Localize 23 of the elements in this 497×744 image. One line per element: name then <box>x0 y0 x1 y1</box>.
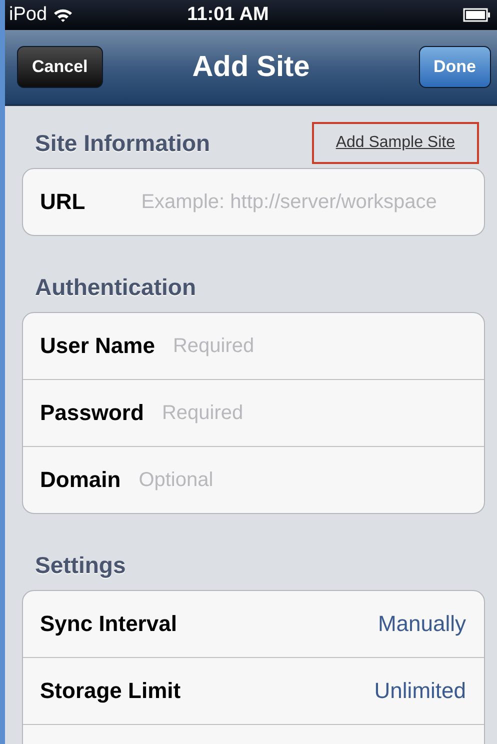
input-field[interactable]: Required <box>172 334 466 358</box>
section-title: Settings <box>35 552 126 578</box>
setting-label: Storage Limit <box>40 678 181 704</box>
section-title: Site Information <box>35 130 210 156</box>
nav-title: Add Site <box>192 50 310 84</box>
field-label: Password <box>40 400 144 426</box>
input-field[interactable]: Required <box>162 402 466 424</box>
input-field[interactable]: Optional <box>138 468 466 492</box>
section-title: Authentication <box>35 274 196 300</box>
field-label: User Name <box>40 333 155 359</box>
done-button[interactable]: Done <box>418 46 491 88</box>
input-field[interactable]: Example: http://server/workspace <box>141 190 466 214</box>
field-label: Domain <box>40 467 121 493</box>
carrier-label: iPod <box>9 4 48 26</box>
wifi-icon <box>53 8 74 22</box>
status-time: 11:01 AM <box>187 4 269 26</box>
setting-value[interactable]: Manually <box>378 611 466 637</box>
battery-icon <box>462 8 491 22</box>
field-label: URL <box>40 189 86 215</box>
setting-label: Sync Interval <box>40 611 177 637</box>
sample-site-link[interactable]: Add Sample Site <box>312 122 479 164</box>
cancel-button[interactable]: Cancel <box>17 46 103 88</box>
setting-value[interactable]: Unlimited <box>374 678 466 704</box>
